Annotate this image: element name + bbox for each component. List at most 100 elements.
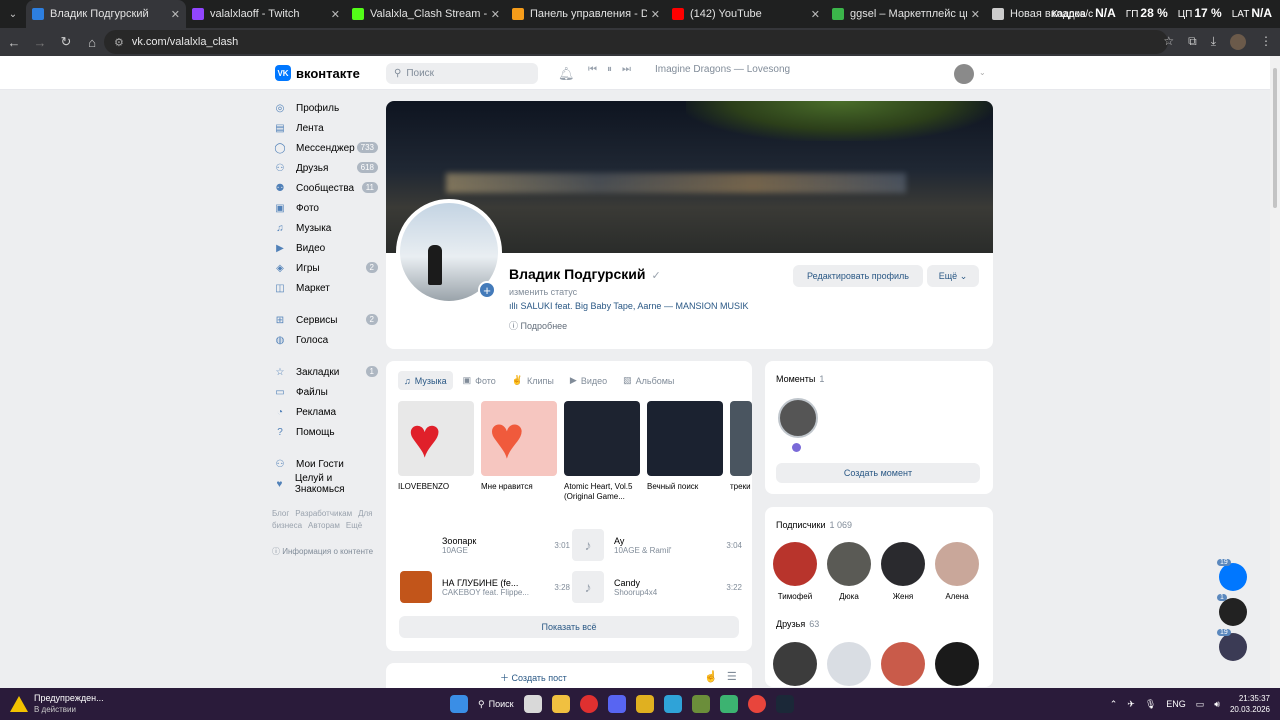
media-tab[interactable]: ▶ Видео	[564, 371, 613, 390]
sidebar-item[interactable]: ⚇ Мои Гости	[272, 454, 378, 474]
clip-icon[interactable]: ☝ ☰	[704, 670, 737, 683]
language-indicator[interactable]: ENG	[1166, 699, 1186, 709]
moments-title[interactable]: Моменты 1	[776, 374, 824, 384]
mic-icon[interactable]: 🎙︎	[1145, 699, 1156, 710]
wifi-icon[interactable]: ▭	[1196, 699, 1205, 710]
media-tab[interactable]: ▧ Альбомы	[617, 371, 680, 390]
sidebar-item[interactable]: ? Помощь	[272, 422, 378, 442]
sidebar-item[interactable]: ◫ Маркет	[272, 278, 378, 298]
album-card[interactable]: ♥ Мне нравится	[481, 401, 557, 502]
clock[interactable]: 21:35:37 20.03.2026	[1230, 693, 1270, 715]
person-card[interactable]	[827, 642, 871, 687]
next-track-icon[interactable]: ⏭	[622, 64, 631, 75]
file-explorer-icon[interactable]	[551, 695, 570, 713]
media-tab[interactable]: ▣ Фото	[457, 371, 502, 390]
bookmark-star-icon[interactable]: ☆	[1163, 34, 1174, 50]
app-icon[interactable]	[719, 695, 738, 713]
status-edit[interactable]: изменить статус	[509, 287, 577, 297]
create-post-button[interactable]: ＋ Создать пост	[500, 671, 567, 684]
chrome-icon[interactable]	[747, 695, 766, 713]
address-bar[interactable]: ⚙ vk.com/valalxla_clash	[104, 30, 1168, 54]
friends-title[interactable]: Друзья 63	[776, 619, 819, 629]
sidebar-item[interactable]: ◔ Реклама	[272, 402, 378, 422]
windows-start-icon[interactable]	[450, 695, 468, 713]
sidebar-item[interactable]: ♫ Музыка	[272, 218, 378, 238]
app-icon[interactable]	[635, 695, 654, 713]
edge-icon[interactable]	[663, 695, 682, 713]
volume-icon[interactable]: 🔊︎	[1214, 699, 1220, 710]
footer-link[interactable]: Блог	[272, 509, 289, 518]
album-card[interactable]: Atomic Heart, Vol.5 (Original Game...	[564, 401, 640, 502]
chevron-up-icon[interactable]: ⌃	[1110, 699, 1118, 710]
sidebar-item[interactable]: ⚉ Сообщества 11	[272, 178, 378, 198]
person-card[interactable]: Алена	[935, 542, 979, 601]
home-icon[interactable]: ⌂	[80, 35, 104, 50]
browser-tab[interactable]: Valalxla_Clash Stream - Watch L ✕	[346, 0, 506, 28]
chat-bubble[interactable]: 1	[1217, 594, 1247, 626]
browser-profile-avatar[interactable]	[1230, 34, 1246, 50]
forward-icon[interactable]: →	[28, 35, 52, 50]
sidebar-item[interactable]: ⊞ Сервисы 2	[272, 310, 378, 330]
close-icon[interactable]: ✕	[171, 8, 180, 21]
create-moment-button[interactable]: Создать момент	[776, 463, 980, 483]
media-tab[interactable]: ✌ Клипы	[506, 371, 560, 390]
person-card[interactable]	[773, 642, 817, 687]
chat-bubble[interactable]: 19	[1217, 559, 1247, 591]
sidebar-item[interactable]: ◎ Профиль	[272, 98, 378, 118]
close-icon[interactable]: ✕	[971, 8, 980, 21]
previous-track-icon[interactable]: ⏮	[588, 64, 597, 75]
sidebar-item[interactable]: ▤ Лента	[272, 118, 378, 138]
site-settings-icon[interactable]: ⚙	[114, 36, 124, 49]
person-card[interactable]: Тимофей	[773, 542, 817, 601]
sidebar-item[interactable]: ☆ Закладки 1	[272, 362, 378, 382]
close-icon[interactable]: ✕	[651, 8, 660, 21]
footer-link[interactable]: Разработчикам	[295, 509, 352, 518]
sidebar-item[interactable]: ▶ Видео	[272, 238, 378, 258]
browser-menu-icon[interactable]: ⋮	[1260, 34, 1272, 50]
sidebar-item[interactable]: ◯ Мессенджер 733	[272, 138, 378, 158]
track-row[interactable]: НА ГЛУБИНЕ (fe... CAKEBOY feat. Flippe...…	[400, 569, 570, 605]
person-card[interactable]	[881, 642, 925, 687]
steam-icon[interactable]	[775, 695, 794, 713]
show-all-button[interactable]: Показать всё	[399, 616, 739, 638]
more-info-link[interactable]: ⓘ Подробнее	[509, 319, 567, 332]
yandex-browser-icon[interactable]	[579, 695, 598, 713]
subscribers-title[interactable]: Подписчики 1 069	[776, 520, 852, 530]
album-card[interactable]: Вечный поиск	[647, 401, 723, 502]
content-info-link[interactable]: ⓘ Информация о контенте	[272, 546, 378, 557]
add-photo-icon[interactable]: +	[478, 281, 496, 299]
browser-tab[interactable]: valalxlaoff - Twitch ✕	[186, 0, 346, 28]
notifications-bell-icon[interactable]: 🔔︎	[558, 66, 575, 82]
pause-icon[interactable]: ⏸	[607, 64, 612, 75]
extensions-icon[interactable]: ⧉	[1188, 34, 1197, 50]
sidebar-item[interactable]: ♥ Целуй и Знакомься	[272, 473, 378, 495]
browser-tab[interactable]: (142) YouTube ✕	[666, 0, 826, 28]
album-card[interactable]: треки	[730, 401, 752, 502]
reload-icon[interactable]: ↻	[54, 34, 78, 50]
music-status[interactable]: ıllı SALUKI feat. Big Baby Tape, Aarne —…	[509, 301, 748, 311]
close-icon[interactable]: ✕	[811, 8, 820, 21]
track-row[interactable]: ♪ Ау 10AGE & Ramil' 3:04	[572, 527, 742, 563]
minecraft-icon[interactable]	[691, 695, 710, 713]
edit-profile-button[interactable]: Редактировать профиль	[793, 265, 923, 287]
browser-tab[interactable]: ggsel – Маркетплейс цифров ✕	[826, 0, 986, 28]
back-icon[interactable]: ←	[2, 35, 26, 50]
tab-search-icon[interactable]: ⌄	[0, 0, 26, 28]
network-icon[interactable]: ✈	[1127, 699, 1135, 710]
close-icon[interactable]: ✕	[331, 8, 340, 21]
chat-bubble[interactable]: 19	[1217, 629, 1247, 661]
warning-widget[interactable]: Предупрежден... В действии	[10, 693, 104, 715]
sidebar-item[interactable]: ▭ Файлы	[272, 382, 378, 402]
download-icon[interactable]: ⤓	[1211, 34, 1216, 50]
footer-link[interactable]: Ещё	[346, 521, 362, 530]
now-playing-track[interactable]: Imagine Dragons — Lovesong	[655, 64, 790, 75]
search-input[interactable]: ⚲ Поиск	[386, 63, 538, 84]
media-tab[interactable]: ♫ Музыка	[398, 371, 453, 390]
discord-icon[interactable]	[607, 695, 626, 713]
person-card[interactable]: Дюка	[827, 542, 871, 601]
page-scrollbar[interactable]	[1270, 56, 1280, 688]
vk-logo[interactable]: VK вконтакте	[275, 65, 360, 81]
track-row[interactable]: Зоопарк 10AGE 3:01	[400, 527, 570, 563]
more-button[interactable]: Ещё ⌄	[927, 265, 979, 287]
sidebar-item[interactable]: ◍ Голоса	[272, 330, 378, 350]
